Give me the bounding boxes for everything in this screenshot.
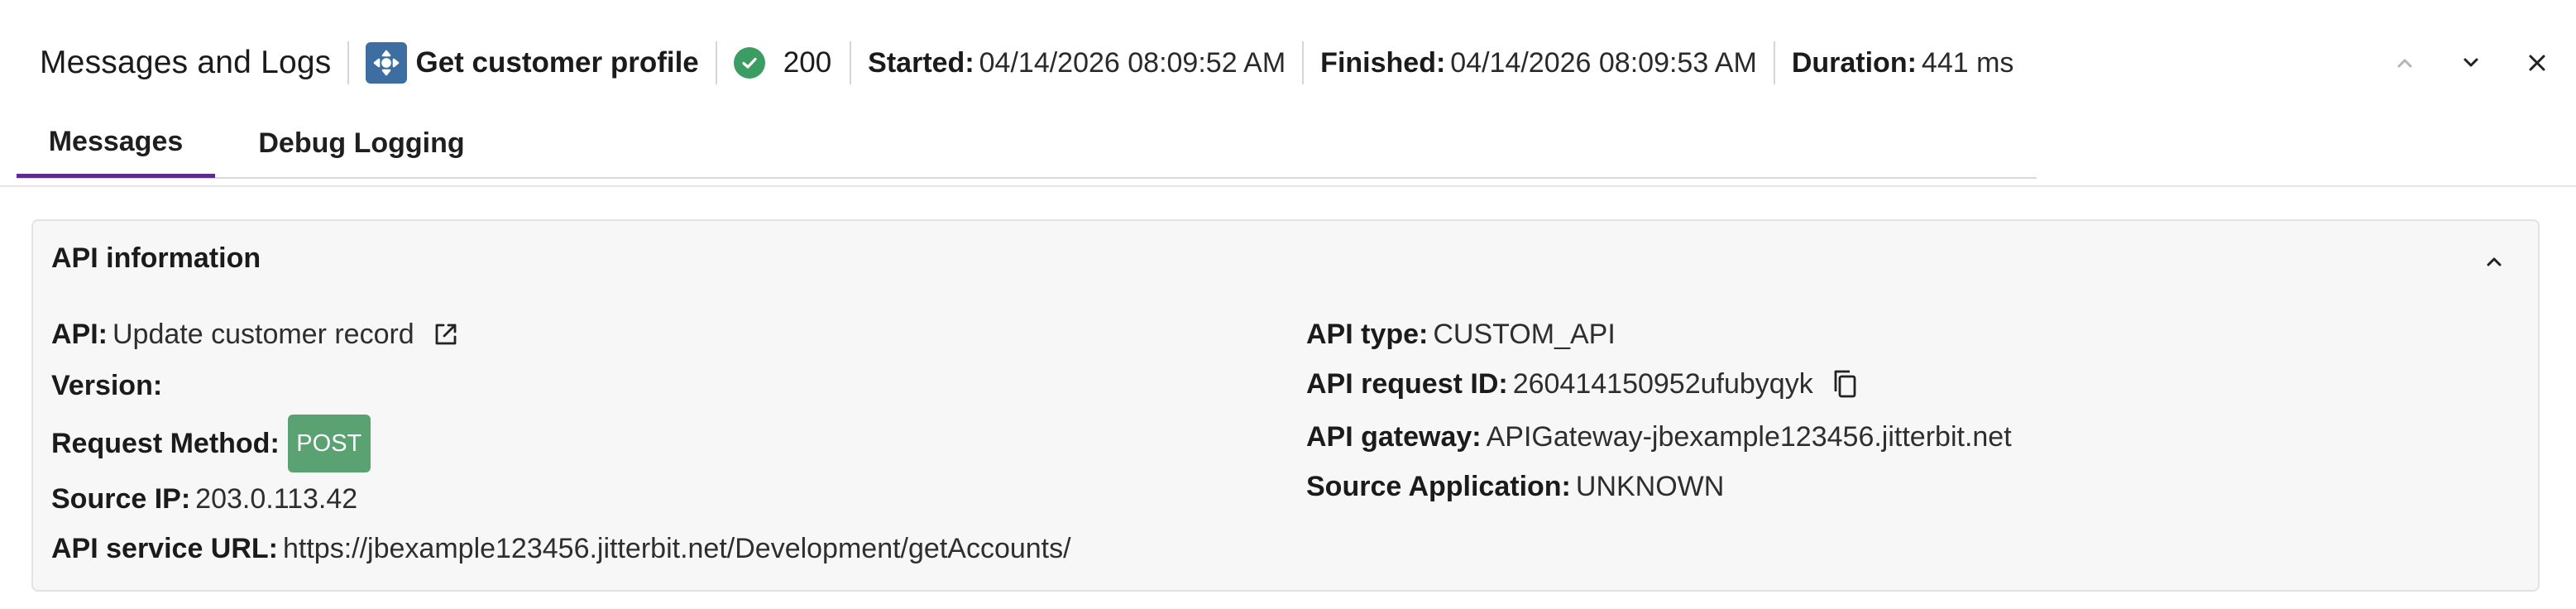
copy-icon[interactable] <box>1827 366 1863 402</box>
request-method-label: Request Method: <box>51 427 280 459</box>
api-label: API: <box>51 318 108 350</box>
service-url-field: API service URL: https://jbexample123456… <box>51 528 1071 569</box>
source-ip-label: Source IP: <box>51 482 191 515</box>
chevron-down-icon[interactable] <box>2452 44 2490 82</box>
request-method-field: Request Method: POST <box>51 413 371 474</box>
started-value: 04/14/2026 08:09:52 AM <box>979 46 1286 79</box>
close-icon[interactable] <box>2518 44 2556 82</box>
page-title: Messages and Logs <box>40 45 332 80</box>
collapse-chevron-up-icon[interactable] <box>2475 242 2513 281</box>
api-type-field: API type: CUSTOM_API <box>1306 314 1616 355</box>
api-information-panel: API information API: Update customer rec… <box>31 219 2540 592</box>
divider <box>715 41 717 84</box>
divider <box>1773 41 1775 84</box>
finished-label: Finished: <box>1320 46 1446 79</box>
messages-logs-header: Messages and Logs Get customer profile 2… <box>0 0 2576 124</box>
service-url-value[interactable]: https://jbexample123456.jitterbit.net/De… <box>283 533 1071 565</box>
source-application-value: UNKNOWN <box>1575 470 1725 502</box>
chevron-up-icon[interactable] <box>2386 44 2424 82</box>
header-row: Messages and Logs Get customer profile 2… <box>40 36 2013 89</box>
operation-icon <box>366 42 408 84</box>
window-controls <box>2386 36 2556 89</box>
operation-name: Get customer profile <box>415 46 699 79</box>
success-check-icon <box>733 47 765 79</box>
gateway-value: APIGateway-jbexample123456.jitterbit.net <box>1486 420 2012 453</box>
open-external-icon[interactable] <box>428 316 464 352</box>
duration-value: 441 ms <box>1921 46 2014 79</box>
api-type-label: API type: <box>1306 318 1429 350</box>
duration-label: Duration: <box>1791 46 1917 79</box>
gateway-field: API gateway: APIGateway-jbexample123456.… <box>1306 416 2012 458</box>
divider <box>347 41 350 84</box>
panel-title: API information <box>51 242 261 274</box>
tab-debug-logging[interactable]: Debug Logging <box>233 109 490 177</box>
request-id-field: API request ID: 260414150952ufubyqyk <box>1306 363 1863 405</box>
gateway-label: API gateway: <box>1306 420 1482 453</box>
source-ip-field: Source IP: 203.0.113.42 <box>51 478 357 520</box>
version-field: Version: <box>51 365 167 406</box>
status-code: 200 <box>783 46 832 79</box>
version-label: Version: <box>51 369 163 401</box>
header-divider <box>0 185 2576 187</box>
source-application-field: Source Application: UNKNOWN <box>1306 466 1724 507</box>
api-value: Update customer record <box>113 318 414 350</box>
started-label: Started: <box>868 46 974 79</box>
source-ip-value: 203.0.113.42 <box>195 482 358 515</box>
finished-value: 04/14/2026 08:09:53 AM <box>1450 46 1757 79</box>
service-url-label: API service URL: <box>51 532 278 564</box>
source-application-label: Source Application: <box>1306 470 1571 502</box>
divider <box>850 41 852 84</box>
request-id-label: API request ID: <box>1306 367 1508 400</box>
tab-messages[interactable]: Messages <box>17 109 215 178</box>
request-id-value: 260414150952ufubyqyk <box>1512 367 1813 400</box>
divider <box>1302 41 1305 84</box>
api-field: API: Update customer record <box>51 314 464 355</box>
tab-bar: Messages Debug Logging <box>17 109 2037 179</box>
method-badge: POST <box>287 415 371 472</box>
api-type-value: CUSTOM_API <box>1433 318 1616 350</box>
